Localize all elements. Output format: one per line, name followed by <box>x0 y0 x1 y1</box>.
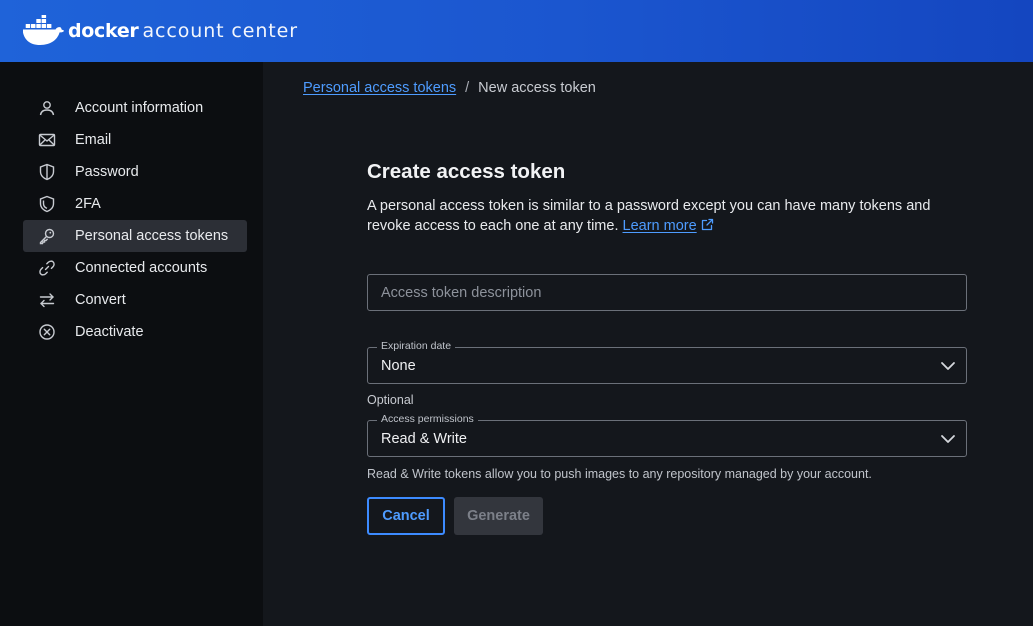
sidebar-item-label: Personal access tokens <box>75 228 229 244</box>
generate-button[interactable]: Generate <box>454 497 543 535</box>
form-description: A personal access token is similar to a … <box>367 196 957 236</box>
sidebar-item-label: Email <box>75 132 112 148</box>
sidebar-item-account-information[interactable]: Account information <box>23 92 247 124</box>
sidebar-item-email[interactable]: Email <box>23 124 247 156</box>
breadcrumb: Personal access tokens / New access toke… <box>303 80 596 96</box>
permissions-hint: Read & Write tokens allow you to push im… <box>367 467 872 481</box>
sidebar-item-label: Convert <box>75 292 126 308</box>
brand-name: docker <box>68 20 139 42</box>
link-icon <box>38 259 56 277</box>
shield-icon <box>38 163 56 181</box>
key-icon <box>38 227 56 245</box>
learn-more-link[interactable]: Learn more <box>623 218 697 234</box>
chevron-down-icon <box>941 362 955 370</box>
swap-arrows-icon <box>38 291 56 309</box>
logo-text: docker account center <box>68 20 298 42</box>
sidebar-item-label: 2FA <box>75 196 101 212</box>
sidebar-item-deactivate[interactable]: Deactivate <box>23 316 247 348</box>
person-icon <box>38 99 56 117</box>
sidebar-item-2fa[interactable]: 2FA <box>23 188 247 220</box>
chevron-down-icon <box>941 435 955 443</box>
sidebar: Account information Email Password 2FA P… <box>0 62 263 626</box>
sidebar-item-label: Account information <box>75 100 204 116</box>
sidebar-item-label: Connected accounts <box>75 260 208 276</box>
optional-label: Optional <box>367 393 414 407</box>
main-content: Personal access tokens / New access toke… <box>263 62 1033 626</box>
product-name: account center <box>142 20 298 42</box>
access-permissions-label: Access permissions <box>377 413 478 425</box>
access-permissions-select[interactable]: Access permissions Read & Write <box>367 413 967 457</box>
expiration-date-label: Expiration date <box>377 340 456 352</box>
breadcrumb-link-personal-access-tokens[interactable]: Personal access tokens <box>303 80 456 96</box>
docker-whale-icon[interactable] <box>22 15 64 47</box>
top-bar: docker account center <box>0 0 1033 62</box>
access-token-description-input[interactable] <box>367 274 967 311</box>
create-token-form: Create access token A personal access to… <box>367 160 967 535</box>
mail-icon <box>38 131 56 149</box>
external-link-icon[interactable] <box>701 218 714 231</box>
expiration-date-value: None <box>381 358 416 374</box>
expiration-date-select[interactable]: Expiration date None <box>367 340 967 384</box>
breadcrumb-current: New access token <box>478 80 596 96</box>
access-permissions-value: Read & Write <box>381 431 467 447</box>
shield-check-icon <box>38 195 56 213</box>
sidebar-item-label: Password <box>75 164 139 180</box>
cancel-button[interactable]: Cancel <box>367 497 445 535</box>
sidebar-item-connected-accounts[interactable]: Connected accounts <box>23 252 247 284</box>
learn-more-label: Learn more <box>622 218 697 234</box>
sidebar-item-convert[interactable]: Convert <box>23 284 247 316</box>
sidebar-item-password[interactable]: Password <box>23 156 247 188</box>
breadcrumb-separator: / <box>465 80 470 96</box>
page-title: Create access token <box>367 160 566 183</box>
x-circle-icon <box>38 323 56 341</box>
sidebar-item-personal-access-tokens[interactable]: Personal access tokens <box>23 220 247 252</box>
sidebar-item-label: Deactivate <box>75 324 144 340</box>
